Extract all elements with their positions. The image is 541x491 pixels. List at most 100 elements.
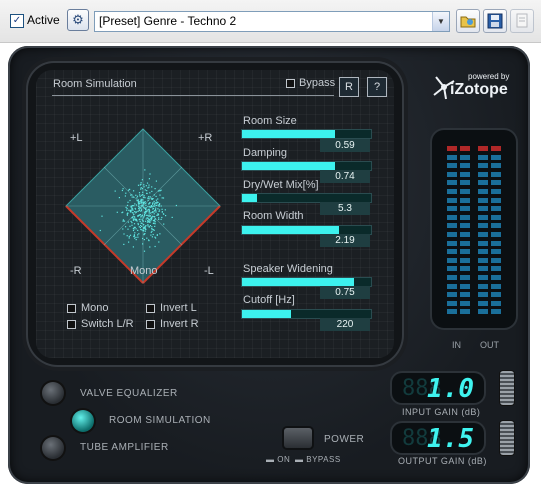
meter-segment <box>491 189 501 194</box>
output-gain-display[interactable]: 888 1.5 <box>392 423 484 454</box>
scope-dot <box>147 187 149 189</box>
scope-dot <box>156 214 158 216</box>
scope-dot <box>128 241 130 243</box>
scope-dot <box>135 218 137 220</box>
scope-dot <box>149 173 151 175</box>
scope-dot <box>144 213 146 215</box>
meter-segment <box>447 146 457 151</box>
tube-amplifier-radio[interactable] <box>42 437 64 459</box>
scope-dot <box>139 184 141 186</box>
invert-l-checkbox[interactable] <box>146 304 155 313</box>
scope-dot <box>154 225 156 227</box>
scope-dot <box>128 235 130 238</box>
scope-dot <box>158 241 160 243</box>
scope-dot <box>144 201 146 203</box>
cutoff-value[interactable]: 220 <box>320 318 370 331</box>
scope-dot <box>134 207 136 209</box>
scope-dot <box>147 220 149 222</box>
scope-dot <box>142 237 144 240</box>
scope-dot <box>141 179 143 181</box>
mono-checkbox[interactable] <box>67 304 76 313</box>
scope-dot <box>133 196 135 198</box>
power-bypass-label: ▬ BYPASS <box>295 455 341 464</box>
logo-text: iZotope <box>450 81 508 98</box>
damping-value[interactable]: 0.74 <box>320 170 370 183</box>
scope-dot <box>162 197 165 199</box>
invert-l-label: Invert L <box>160 302 197 314</box>
scope-dot <box>148 196 150 198</box>
chevron-down-icon[interactable]: ▼ <box>432 12 449 31</box>
scope-dot <box>142 230 144 232</box>
room-size-fill <box>242 130 335 138</box>
invert-r-checkbox[interactable] <box>146 320 155 329</box>
scope-dot <box>126 207 128 210</box>
scope-dot <box>137 202 139 204</box>
switch-lr-checkbox[interactable] <box>67 320 76 329</box>
speaker-widening-value[interactable]: 0.75 <box>320 286 370 299</box>
scope-dot <box>126 204 129 206</box>
scope-dot <box>140 188 142 190</box>
scope-dot <box>152 222 154 224</box>
scope-dot <box>155 195 157 197</box>
scope-dot <box>133 235 136 237</box>
scope-dot <box>122 188 124 190</box>
meter-segment <box>447 275 457 280</box>
active-checkbox[interactable]: ✓ <box>10 14 24 28</box>
scope-dot <box>143 186 145 188</box>
scope-dot <box>139 214 141 216</box>
meter-segment <box>478 154 488 160</box>
scope-dot <box>145 212 147 214</box>
scope-dot <box>156 234 158 236</box>
scope-dot <box>124 195 126 197</box>
scope-dot <box>145 204 147 206</box>
meter-segment <box>491 180 501 186</box>
speaker-widening-label: Speaker Widening <box>243 263 333 275</box>
scope-dot <box>127 221 129 223</box>
scope-dot <box>154 223 156 225</box>
scope-dot <box>157 204 159 206</box>
scope-dot <box>145 208 147 210</box>
room-size-slider[interactable] <box>241 129 372 139</box>
save-icon[interactable] <box>483 9 507 33</box>
scope-dot <box>158 217 160 219</box>
scope-dot <box>140 215 142 217</box>
meter-segment <box>478 283 488 289</box>
scope-dot <box>163 213 165 215</box>
scope-dot <box>131 224 133 226</box>
input-gain-display[interactable]: 888 1.0 <box>392 373 484 404</box>
scope-dot <box>144 227 146 229</box>
scope-dot <box>155 207 157 209</box>
scope-dot <box>171 216 173 218</box>
gear-icon[interactable]: ⚙ <box>67 9 89 31</box>
scope-dot <box>143 250 146 252</box>
scope-dot <box>141 215 144 217</box>
help-button[interactable]: ? <box>367 77 387 97</box>
speaker-widening-fill <box>242 278 355 286</box>
scope-dot <box>149 212 151 214</box>
bypass-label: Bypass <box>299 77 336 89</box>
scope-dot <box>138 203 140 205</box>
meter-segment <box>491 292 501 298</box>
room-width-value[interactable]: 2.19 <box>320 234 370 247</box>
meter-segment <box>460 257 470 263</box>
meter-segment <box>478 163 488 169</box>
output-gain-knob[interactable] <box>500 421 514 455</box>
room-size-value[interactable]: 0.59 <box>320 139 370 152</box>
reset-button[interactable]: R <box>339 77 359 97</box>
power-button[interactable] <box>284 428 312 448</box>
scope-dot <box>143 195 145 197</box>
folder-open-icon[interactable] <box>456 9 480 33</box>
valve-equalizer-radio[interactable] <box>42 382 64 404</box>
meter-segment <box>478 266 488 272</box>
room-simulation-radio[interactable] <box>72 410 94 432</box>
input-gain-knob[interactable] <box>500 371 514 405</box>
copy-icon[interactable] <box>510 9 534 33</box>
bypass-checkbox[interactable] <box>286 79 295 88</box>
scope-dot <box>143 226 145 228</box>
meter-segment <box>491 240 501 246</box>
scope-dot <box>123 243 125 245</box>
dry-wet-value[interactable]: 5.3 <box>320 202 370 215</box>
meter-segment <box>491 214 501 220</box>
preset-dropdown[interactable]: [Preset] Genre - Techno 2 ▼ <box>94 11 450 32</box>
scope-dot <box>149 202 151 204</box>
